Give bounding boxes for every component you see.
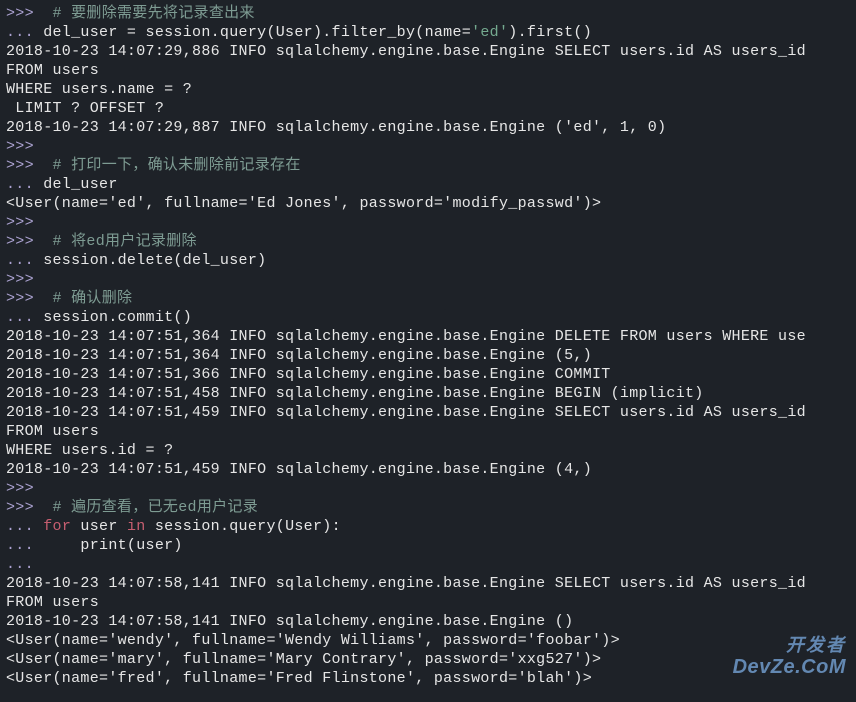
prompt: ...: [6, 537, 34, 554]
terminal-line: <User(name='mary', fullname='Mary Contra…: [6, 651, 601, 668]
terminal-line: FROM users: [6, 423, 99, 440]
prompt: >>>: [6, 480, 34, 497]
terminal-line: >>> # 遍历查看，已无ed用户记录: [6, 499, 258, 516]
terminal-line: >>> # 打印一下，确认未删除前记录存在: [6, 157, 301, 174]
prompt: ...: [6, 556, 34, 573]
terminal-line: >>> # 将ed用户记录删除: [6, 233, 197, 250]
terminal-line: 2018-10-23 14:07:51,459 INFO sqlalchemy.…: [6, 404, 806, 421]
prompt: ...: [6, 252, 34, 269]
terminal-line: FROM users: [6, 594, 99, 611]
terminal-line: 2018-10-23 14:07:51,366 INFO sqlalchemy.…: [6, 366, 611, 383]
terminal-line: 2018-10-23 14:07:58,141 INFO sqlalchemy.…: [6, 613, 573, 630]
terminal-line: 2018-10-23 14:07:29,887 INFO sqlalchemy.…: [6, 119, 666, 136]
terminal-line: >>> # 要删除需要先将记录查出来: [6, 5, 255, 22]
terminal-line: >>>: [6, 271, 34, 288]
terminal-line: <User(name='wendy', fullname='Wendy Will…: [6, 632, 620, 649]
terminal-line: 2018-10-23 14:07:51,458 INFO sqlalchemy.…: [6, 385, 704, 402]
prompt: ...: [6, 176, 34, 193]
terminal-line: 2018-10-23 14:07:58,141 INFO sqlalchemy.…: [6, 575, 806, 592]
terminal-line: 2018-10-23 14:07:51,364 INFO sqlalchemy.…: [6, 328, 806, 345]
terminal-line: <User(name='ed', fullname='Ed Jones', pa…: [6, 195, 601, 212]
terminal-line: >>>: [6, 214, 34, 231]
prompt: >>>: [6, 5, 34, 22]
terminal-line: ... del_user: [6, 176, 118, 193]
terminal-line: 2018-10-23 14:07:51,364 INFO sqlalchemy.…: [6, 347, 592, 364]
terminal-line: 2018-10-23 14:07:51,459 INFO sqlalchemy.…: [6, 461, 592, 478]
terminal-line: >>>: [6, 138, 34, 155]
terminal-line: ... for user in session.query(User):: [6, 518, 341, 535]
terminal-line: ... del_user = session.query(User).filte…: [6, 24, 592, 41]
prompt: >>>: [6, 214, 34, 231]
prompt: >>>: [6, 271, 34, 288]
terminal-line: <User(name='fred', fullname='Fred Flinst…: [6, 670, 592, 687]
terminal-line: ... print(user): [6, 537, 183, 554]
prompt: >>>: [6, 233, 34, 250]
prompt: >>>: [6, 499, 34, 516]
terminal-line: >>>: [6, 480, 34, 497]
terminal-line: 2018-10-23 14:07:29,886 INFO sqlalchemy.…: [6, 43, 806, 60]
prompt: >>>: [6, 138, 34, 155]
prompt: ...: [6, 518, 34, 535]
prompt: >>>: [6, 157, 34, 174]
terminal-line: WHERE users.id = ?: [6, 442, 173, 459]
terminal-line: ... session.commit(): [6, 309, 192, 326]
terminal-line: >>> # 确认删除: [6, 290, 132, 307]
terminal-line: FROM users: [6, 62, 99, 79]
prompt: ...: [6, 309, 34, 326]
prompt: >>>: [6, 290, 34, 307]
terminal-output: >>> # 要删除需要先将记录查出来 ... del_user = sessio…: [0, 0, 856, 692]
terminal-line: LIMIT ? OFFSET ?: [6, 100, 164, 117]
terminal-line: ... session.delete(del_user): [6, 252, 266, 269]
terminal-line: ...: [6, 556, 34, 573]
terminal-line: WHERE users.name = ?: [6, 81, 192, 98]
prompt: ...: [6, 24, 34, 41]
